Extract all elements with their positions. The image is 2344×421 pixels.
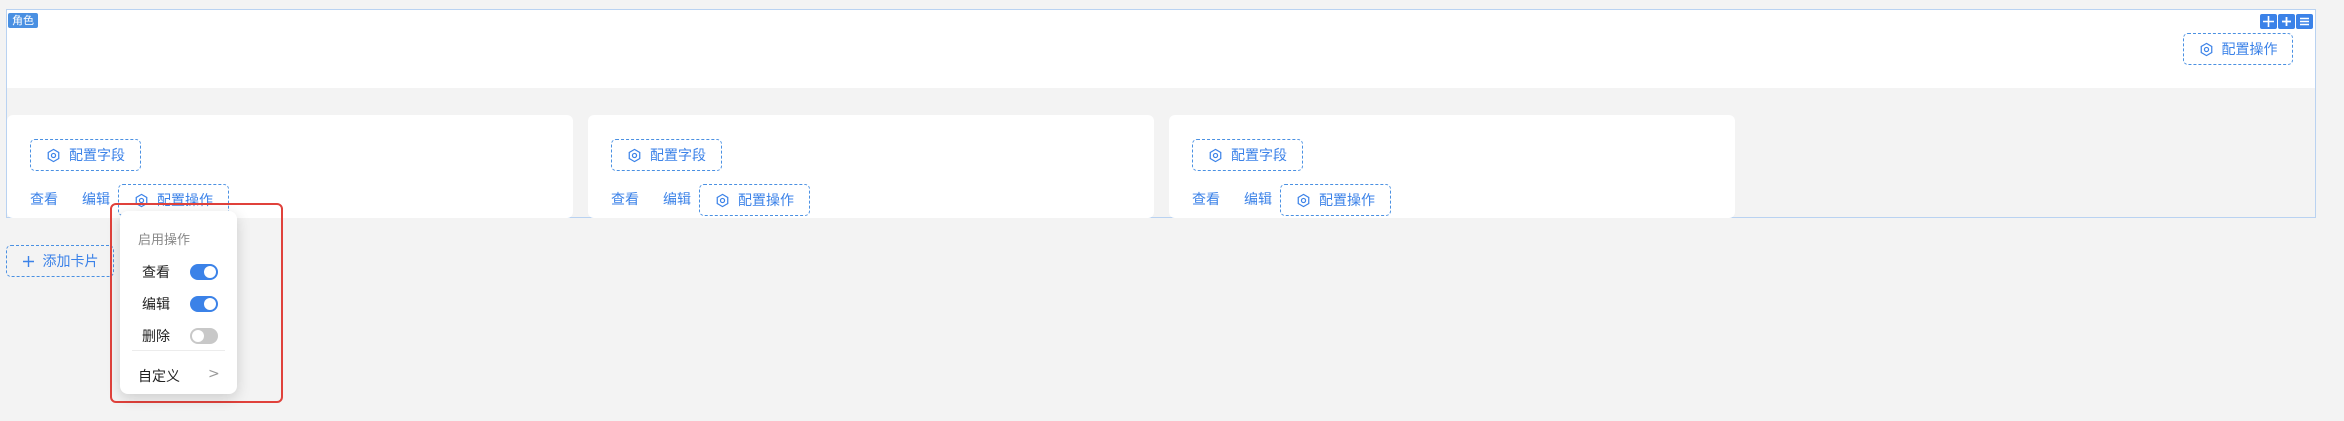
gear-icon <box>47 148 60 162</box>
card-3-configure-fields-button[interactable]: 配置字段 <box>1192 139 1303 171</box>
card-2-configure-actions-button[interactable]: 配置操作 <box>699 184 810 216</box>
configure-actions-label: 配置操作 <box>738 193 794 209</box>
gear-icon <box>1209 148 1222 162</box>
drag-icon[interactable] <box>2260 14 2277 29</box>
edit-toggle[interactable] <box>190 296 218 312</box>
plus-icon <box>22 255 34 267</box>
gear-icon <box>628 148 641 162</box>
delete-toggle[interactable] <box>190 328 218 344</box>
add-card-button[interactable]: 添加卡片 <box>6 245 114 277</box>
menu-icon[interactable] <box>2296 14 2313 29</box>
card-2-edit-link[interactable]: 编辑 <box>663 190 691 210</box>
gear-icon <box>1297 193 1310 207</box>
block-configure-actions-button[interactable]: 配置操作 <box>2183 33 2293 65</box>
card-3-view-link[interactable]: 查看 <box>1192 190 1220 210</box>
card-1-configure-fields-button[interactable]: 配置字段 <box>30 139 141 171</box>
popover-item-edit-label: 编辑 <box>142 297 170 313</box>
configure-fields-label: 配置字段 <box>650 148 706 164</box>
divider <box>132 350 225 351</box>
block-header <box>7 10 2315 88</box>
block-title-tag: 角色 <box>8 13 38 28</box>
add-card-label: 添加卡片 <box>42 254 99 270</box>
page: 角色 配置操作 配置字段 查看 编辑 配置操作 配置字段 查看 编辑 配置操作 … <box>0 0 2344 421</box>
chevron-right-icon: > <box>208 366 220 382</box>
gear-icon <box>2200 42 2212 56</box>
configure-actions-label: 配置操作 <box>1319 193 1375 209</box>
popover-title: 启用操作 <box>138 233 191 248</box>
popover-item-view-label: 查看 <box>142 265 170 281</box>
popover-item-delete-label: 删除 <box>142 329 170 345</box>
view-toggle[interactable] <box>190 264 218 280</box>
card-1-view-link[interactable]: 查看 <box>30 190 58 210</box>
card-1-edit-link[interactable]: 编辑 <box>82 190 110 210</box>
configure-actions-label: 配置操作 <box>2221 42 2278 58</box>
gear-icon <box>716 193 729 207</box>
enable-actions-popover: 启用操作 查看 编辑 删除 自定义 > <box>120 211 237 394</box>
card-2-view-link[interactable]: 查看 <box>611 190 639 210</box>
add-icon[interactable] <box>2278 14 2295 29</box>
card-3-edit-link[interactable]: 编辑 <box>1244 190 1272 210</box>
card-3-configure-actions-button[interactable]: 配置操作 <box>1280 184 1391 216</box>
configure-fields-label: 配置字段 <box>69 148 125 164</box>
card-2-configure-fields-button[interactable]: 配置字段 <box>611 139 722 171</box>
configure-fields-label: 配置字段 <box>1231 148 1287 164</box>
custom-menu-item[interactable]: 自定义 <box>138 366 180 386</box>
